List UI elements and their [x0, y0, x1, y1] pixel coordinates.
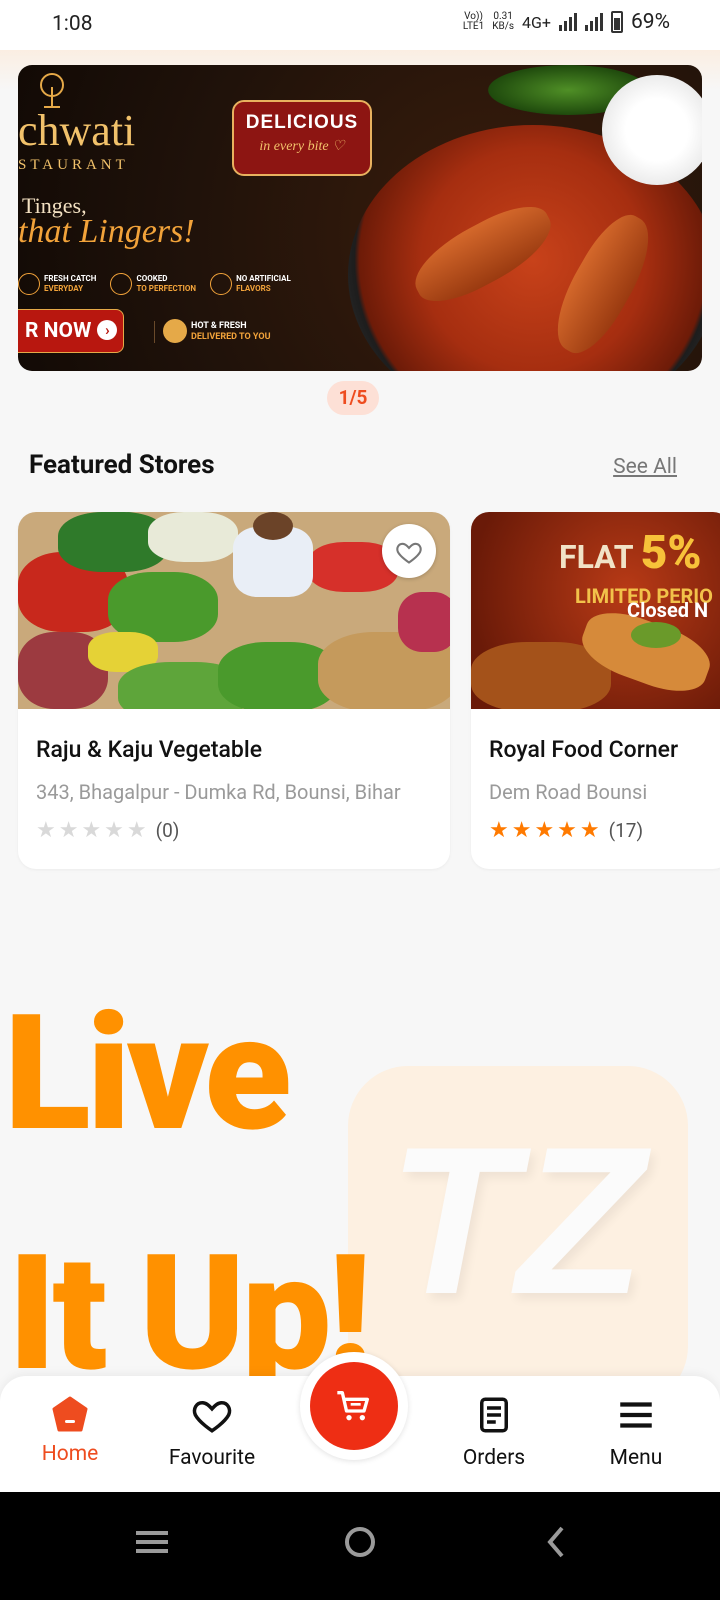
- rice-bowl: [602, 75, 702, 185]
- nav-menu[interactable]: Menu: [566, 1376, 706, 1492]
- promo-flat-label: FLAT: [559, 538, 633, 576]
- rating-count: (17): [608, 819, 644, 842]
- banner-page-indicator: 1/5: [327, 381, 379, 415]
- feature-sub: EVERYDAY: [44, 284, 84, 293]
- store-name: Raju & Kaju Vegetable: [36, 736, 263, 763]
- closed-badge: Closed N: [627, 598, 709, 622]
- network-type: 4G+: [522, 12, 551, 32]
- signal-2-icon: [585, 13, 603, 31]
- store-name: Royal Food Corner: [489, 736, 679, 763]
- recents-icon[interactable]: [118, 1512, 188, 1572]
- store-rating: ★★★★★ (0): [36, 818, 179, 843]
- nav-orders-label: Orders: [462, 1446, 526, 1470]
- home-circle-icon[interactable]: [325, 1512, 395, 1572]
- favourite-button[interactable]: [382, 524, 436, 578]
- cart-icon: [337, 1391, 369, 1421]
- delivery-note: HOT & FRESH DELIVERED TO YOU: [154, 319, 271, 343]
- battery-icon: [611, 11, 623, 33]
- nav-favourite[interactable]: Favourite: [142, 1376, 282, 1492]
- status-time: 1:08: [52, 12, 93, 36]
- nav-favourite-label: Favourite: [168, 1446, 256, 1470]
- feature-label: COOKED: [136, 274, 168, 283]
- status-icons: Vo)) LTE1 0.31 KB/s 4G+ 69%: [463, 10, 670, 34]
- speed-unit: KB/s: [492, 21, 515, 32]
- nav-home-label: Home: [41, 1442, 99, 1466]
- promo-percent: 5%: [640, 526, 702, 580]
- feature-item: NO ARTIFICIAL FLAVORS: [210, 273, 291, 295]
- chevron-right-icon: ›: [97, 320, 118, 340]
- heart-icon: [396, 542, 422, 564]
- delivery-scooter-icon: [163, 319, 187, 343]
- fish-icon: [18, 273, 40, 295]
- rating-stars-filled: ★★★★★: [489, 818, 603, 843]
- cart-button-inner: [310, 1362, 398, 1450]
- tz-logo-text: TZ: [388, 1103, 645, 1338]
- feature-item: FRESH CATCH EVERYDAY: [18, 273, 96, 295]
- order-now-button[interactable]: R NOW ›: [18, 309, 124, 353]
- nav-menu-label: Menu: [609, 1446, 663, 1470]
- restaurant-sub: STAURANT: [18, 157, 129, 173]
- status-bar: 1:08 Vo)) LTE1 0.31 KB/s 4G+ 69%: [0, 0, 720, 50]
- leaf-icon: [210, 273, 233, 295]
- feature-sub: FLAVORS: [236, 284, 271, 293]
- system-nav-bar: [0, 1492, 720, 1600]
- feature-sub: TO PERFECTION: [136, 284, 197, 293]
- restaurant-name: chwati: [18, 106, 136, 155]
- featured-stores-title: Featured Stores: [29, 450, 215, 480]
- badge-title: DELICIOUS: [245, 112, 359, 133]
- store-address: 343, Bhagalpur - Dumka Rd, Bounsi, Bihar: [36, 780, 401, 804]
- store-card[interactable]: FLAT 5% LIMITED PERIO Closed N Royal Foo…: [471, 512, 720, 869]
- battery-percent: 69%: [631, 10, 670, 34]
- feature-item: COOKED TO PERFECTION: [110, 273, 196, 295]
- volte-indicator: Vo)) LTE1: [463, 12, 484, 32]
- order-now-label: R NOW: [25, 319, 92, 343]
- net-speed: 0.31 KB/s: [492, 12, 514, 32]
- promo-flat: FLAT 5%: [559, 526, 702, 580]
- store-rating: ★★★★★ (17): [489, 818, 643, 843]
- cart-button[interactable]: [300, 1352, 408, 1460]
- delivery-line-1: HOT & FRESH: [191, 321, 247, 331]
- orders-icon: [480, 1397, 508, 1433]
- feature-label: NO ARTIFICIAL: [236, 274, 291, 283]
- tz-logo: TZ: [348, 1066, 688, 1406]
- banner-tagline-2: that Lingers!: [18, 213, 195, 250]
- pot-icon: [110, 273, 133, 295]
- rating-count: (0): [155, 819, 180, 842]
- menu-icon: [620, 1402, 652, 1428]
- back-icon[interactable]: [522, 1512, 592, 1572]
- rating-stars: ★★★★★: [36, 818, 150, 843]
- badge-sub: in every bite ♡: [259, 139, 345, 154]
- feature-list: FRESH CATCH EVERYDAY COOKED TO PERFECTION …: [18, 273, 291, 295]
- home-icon: [52, 1396, 88, 1432]
- fish-piece: [403, 193, 563, 315]
- feature-label: FRESH CATCH: [44, 274, 97, 283]
- rating-stars: ★★★★★: [489, 818, 603, 843]
- signal-icon: [559, 13, 577, 31]
- tree-logo-icon: [40, 73, 64, 108]
- promo-headline-1: Live: [4, 981, 292, 1168]
- heart-icon: [192, 1400, 232, 1433]
- nav-orders[interactable]: Orders: [424, 1376, 564, 1492]
- volte-bottom: LTE1: [462, 21, 485, 32]
- store-card[interactable]: Raju & Kaju Vegetable 343, Bhagalpur - D…: [18, 512, 450, 869]
- see-all-link[interactable]: See All: [613, 455, 677, 479]
- delivery-line-2: DELIVERED TO YOU: [191, 332, 271, 342]
- nav-home[interactable]: Home: [0, 1376, 140, 1492]
- store-address: Dem Road Bounsi: [489, 780, 648, 804]
- promo-banner[interactable]: chwati STAURANT Tinges, that Lingers! DE…: [18, 65, 702, 371]
- delicious-badge: DELICIOUS in every bite ♡: [232, 100, 372, 176]
- fish-piece: [540, 204, 666, 364]
